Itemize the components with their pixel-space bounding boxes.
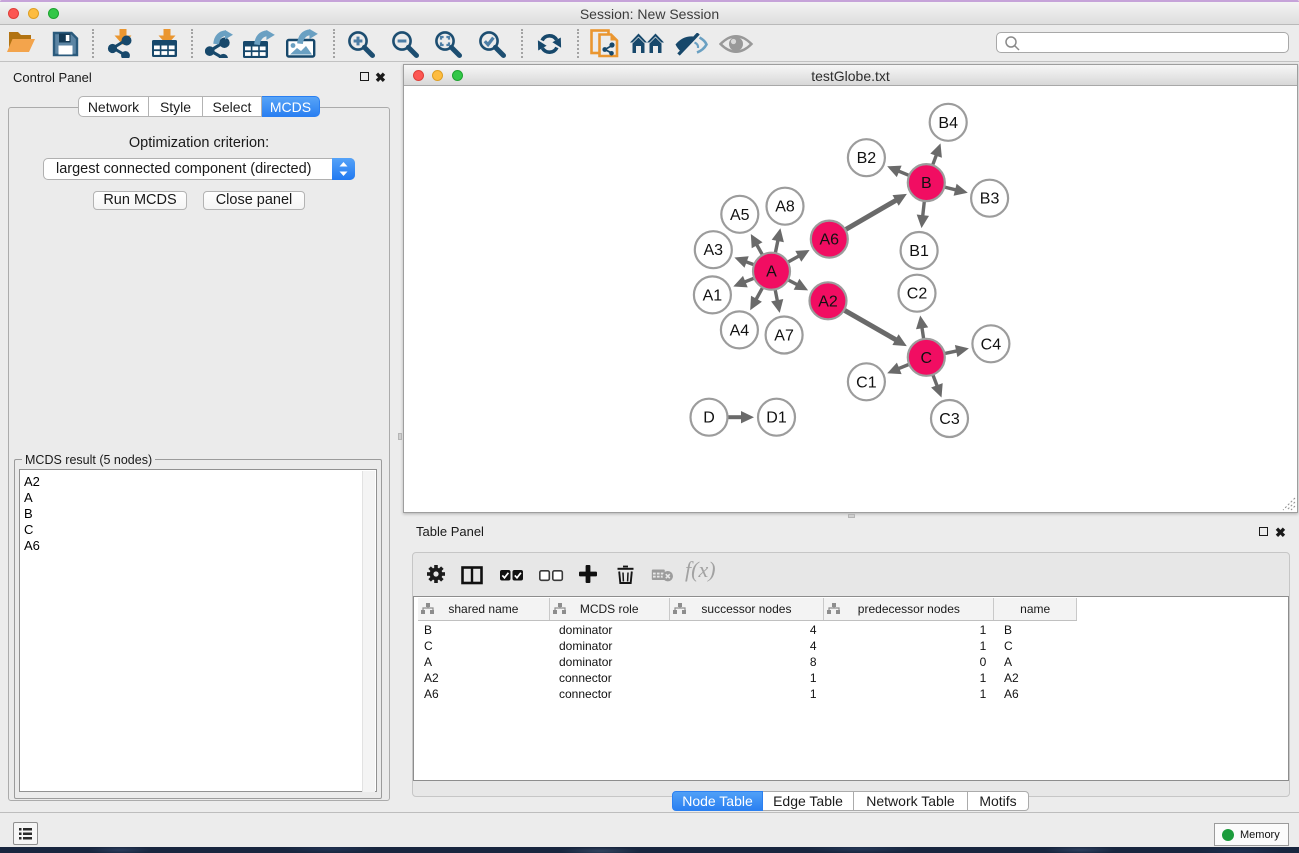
svg-text:C3: C3 (939, 411, 960, 428)
svg-text:B3: B3 (980, 191, 1000, 208)
svg-text:A8: A8 (775, 199, 795, 216)
svg-text:A6: A6 (820, 232, 840, 249)
svg-text:A: A (766, 264, 777, 281)
svg-text:B4: B4 (938, 115, 958, 132)
svg-text:A1: A1 (703, 287, 723, 304)
svg-text:D: D (703, 410, 715, 427)
svg-text:D1: D1 (766, 410, 787, 427)
svg-text:B: B (921, 175, 932, 192)
svg-text:C4: C4 (981, 336, 1002, 353)
svg-text:C2: C2 (907, 286, 928, 303)
svg-text:B1: B1 (909, 243, 929, 260)
svg-text:A3: A3 (704, 242, 724, 259)
svg-text:B2: B2 (857, 150, 877, 167)
svg-text:A4: A4 (730, 322, 750, 339)
svg-text:A7: A7 (774, 328, 794, 345)
svg-text:A2: A2 (818, 293, 838, 310)
svg-text:C1: C1 (856, 374, 877, 391)
svg-text:A5: A5 (730, 207, 750, 224)
svg-text:C: C (921, 350, 933, 367)
